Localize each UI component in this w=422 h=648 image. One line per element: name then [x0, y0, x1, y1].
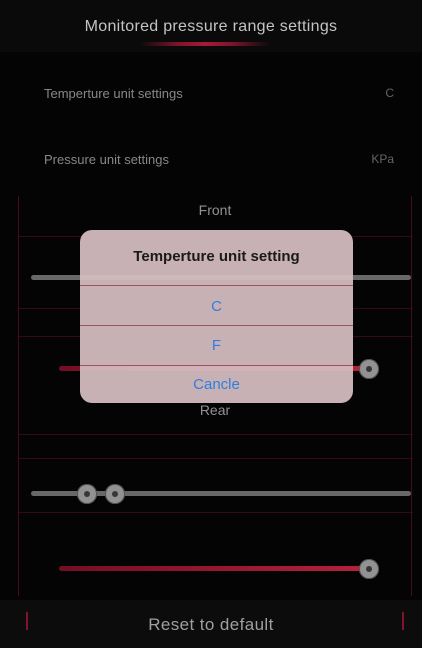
- dialog-title: Temperture unit setting: [133, 248, 300, 265]
- dialog-separator: [80, 285, 353, 286]
- cancel-button[interactable]: Cancle: [80, 365, 353, 403]
- temperature-unit-dialog: Temperture unit setting C F Cancle: [80, 230, 353, 403]
- tpms-settings-screen: Monitored pressure range settings Temper…: [0, 0, 422, 648]
- option-celsius-button[interactable]: C: [80, 287, 353, 327]
- option-fahrenheit-button[interactable]: F: [80, 326, 353, 366]
